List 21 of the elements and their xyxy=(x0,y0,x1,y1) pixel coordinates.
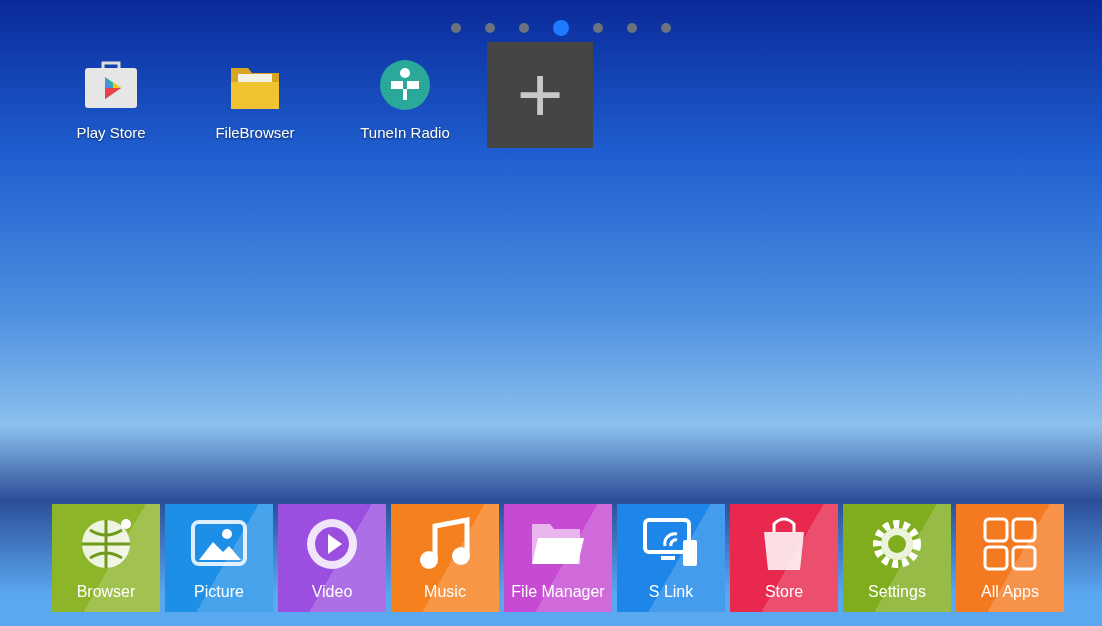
app-tile[interactable]: Store xyxy=(730,504,838,612)
app-shortcut[interactable]: TuneIn Radio xyxy=(334,56,476,145)
app-label: TuneIn Radio xyxy=(360,123,450,143)
music-note-icon xyxy=(417,516,473,572)
app-tile[interactable]: Browser xyxy=(52,504,160,612)
app-tile[interactable]: Video xyxy=(278,504,386,612)
app-tile[interactable]: Music xyxy=(391,504,499,612)
app-shortcut[interactable]: FileBrowser xyxy=(176,56,334,145)
app-grid-icon xyxy=(982,516,1038,572)
app-shortcut[interactable]: Play Store xyxy=(46,56,176,145)
app-tile[interactable]: Picture xyxy=(165,504,273,612)
play-circle-icon xyxy=(304,516,360,572)
add-shortcut-button[interactable]: + xyxy=(487,42,593,148)
radio-logo-icon xyxy=(380,60,430,110)
shopping-bag-play-icon xyxy=(83,60,139,110)
app-label: Play Store xyxy=(76,123,146,143)
app-label: FileBrowser xyxy=(215,123,295,143)
app-tile[interactable]: Settings xyxy=(843,504,951,612)
app-tile[interactable]: S Link xyxy=(617,504,725,612)
app-tile[interactable]: File Manager xyxy=(504,504,612,612)
app-tile[interactable]: All Apps xyxy=(956,504,1064,612)
